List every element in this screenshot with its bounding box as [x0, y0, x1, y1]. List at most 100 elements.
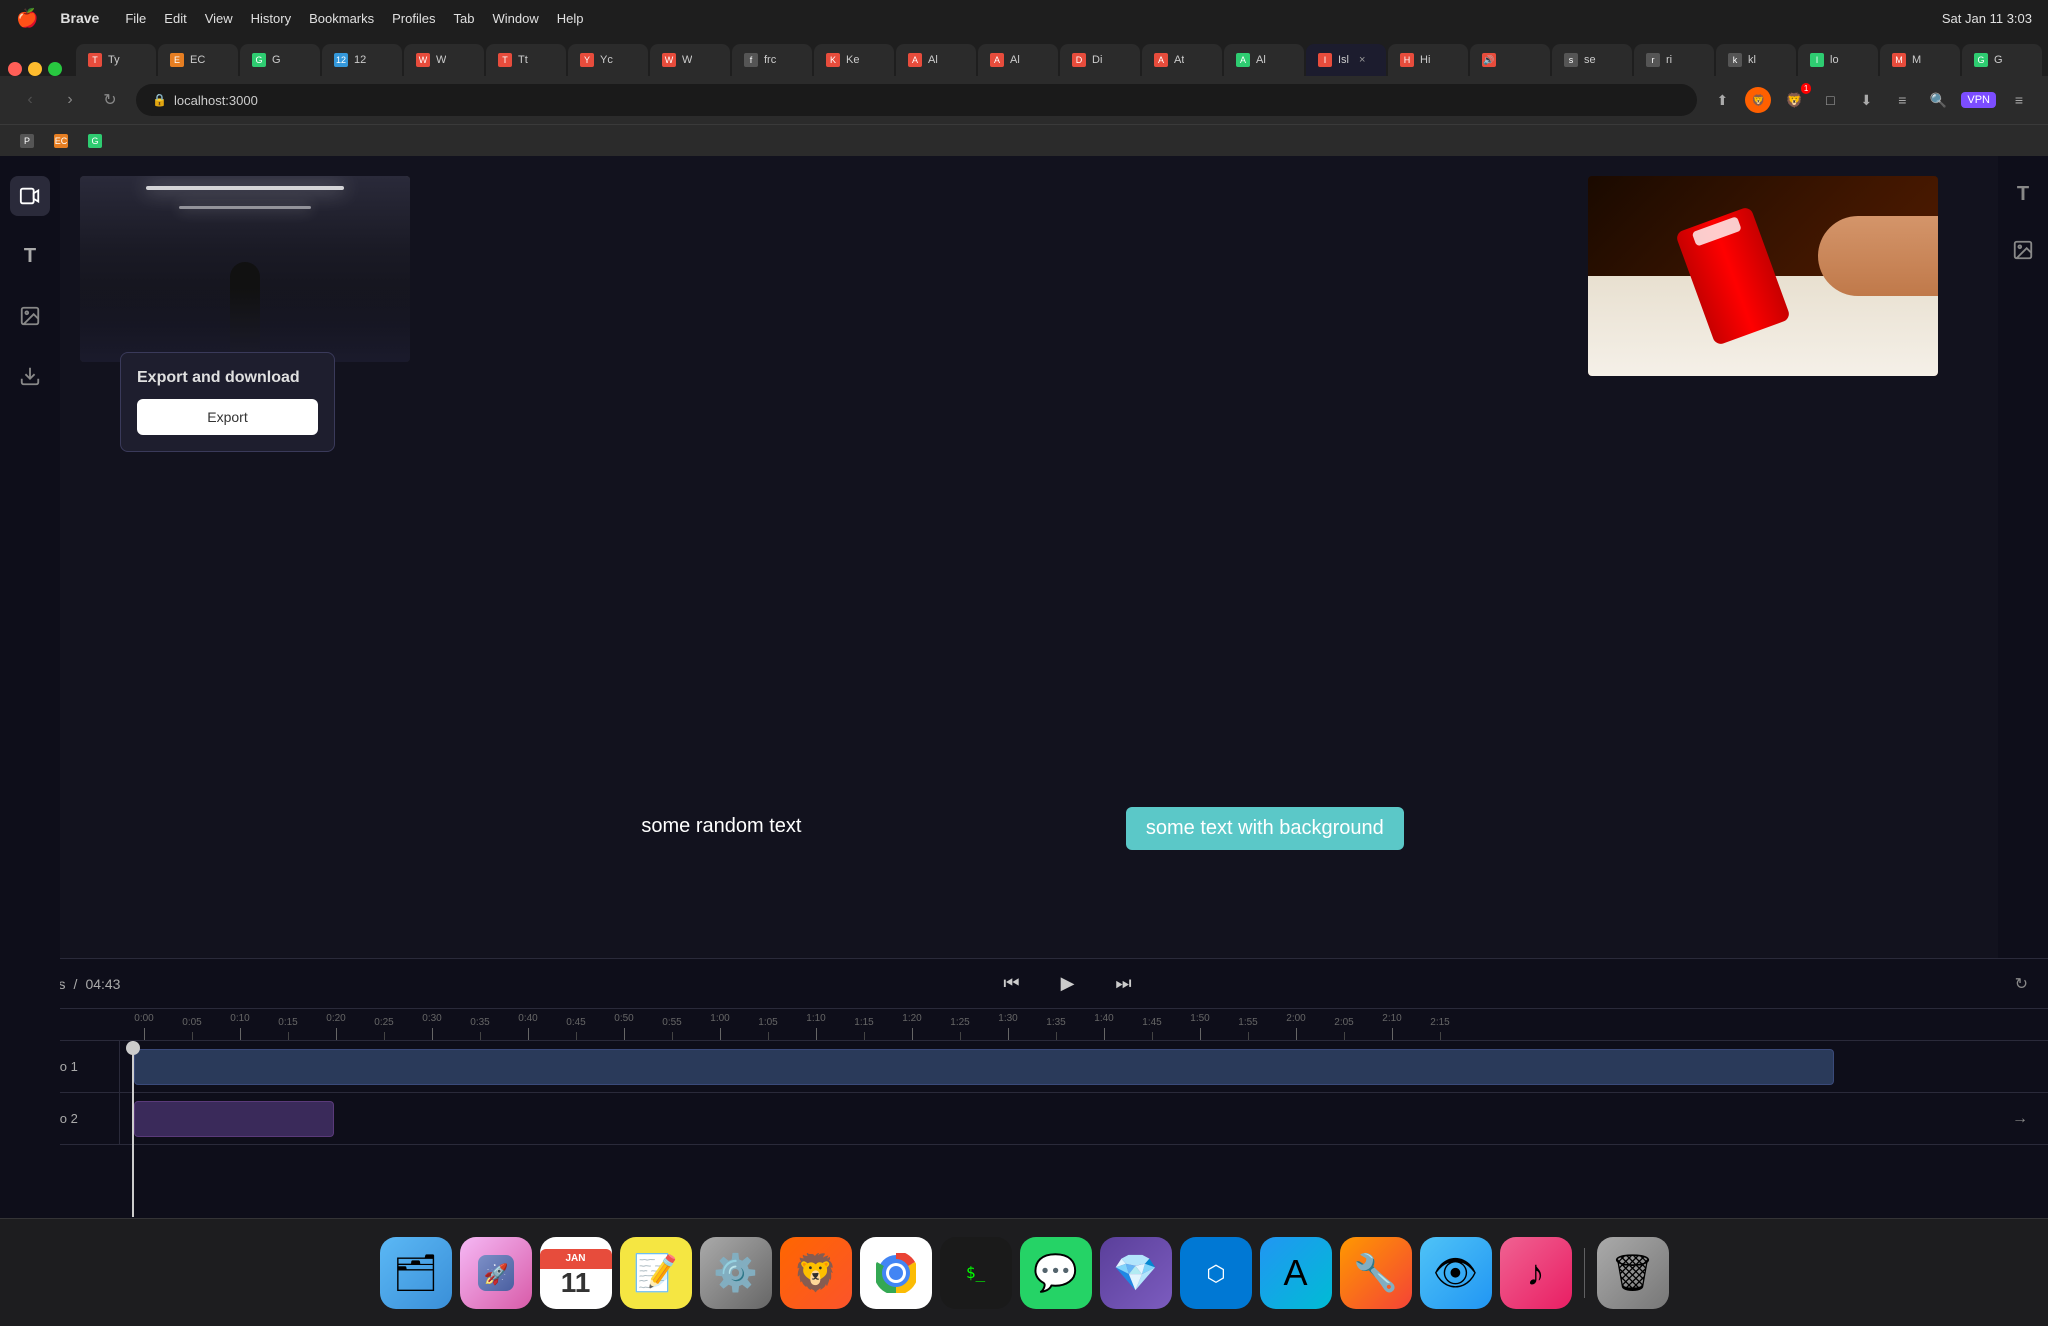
export-button[interactable]: Export	[137, 399, 318, 435]
browser-tab[interactable]: G G	[1962, 44, 2042, 76]
play-button[interactable]: ▶	[1052, 968, 1084, 1000]
menu-bookmarks[interactable]: Bookmarks	[309, 11, 374, 26]
ruler-mark: 1:35	[1032, 1017, 1080, 1040]
rewards-icon[interactable]: 🦁 1	[1781, 87, 1807, 113]
image-tool-button[interactable]	[10, 296, 50, 336]
right-text-icon[interactable]: T	[2005, 176, 2041, 212]
bookmark-item[interactable]: G	[80, 131, 110, 151]
apple-menu[interactable]: 🍎	[16, 8, 38, 29]
browser-tab[interactable]: A At	[1142, 44, 1222, 76]
right-image-icon[interactable]	[2005, 232, 2041, 268]
playhead[interactable]	[132, 1041, 134, 1217]
dock-finder[interactable]: 🗂	[380, 1237, 452, 1309]
dock-notes[interactable]: 📝	[620, 1237, 692, 1309]
browser-tab[interactable]: D Di	[1060, 44, 1140, 76]
download-tool-button[interactable]	[10, 356, 50, 396]
browser-tab[interactable]: M M	[1880, 44, 1960, 76]
sidebar-icon[interactable]: ≡	[1889, 87, 1915, 113]
track-clip-1[interactable]	[134, 1049, 1834, 1085]
browser-tab[interactable]: W W	[404, 44, 484, 76]
url-bar[interactable]: 🔒 localhost:3000	[136, 84, 1697, 116]
dock-preview[interactable]: 👁	[1420, 1237, 1492, 1309]
video-thumbnail-2[interactable]	[1588, 176, 1938, 376]
fullscreen-window-button[interactable]	[48, 62, 62, 76]
video-thumbnail-1[interactable]	[80, 176, 410, 362]
dock-instruments[interactable]: 🔧	[1340, 1237, 1412, 1309]
tab-favicon: 12	[334, 53, 348, 67]
menu-edit[interactable]: Edit	[164, 11, 186, 26]
skip-back-button[interactable]: ⏮	[996, 968, 1028, 1000]
reload-button[interactable]: ↻	[96, 86, 124, 114]
dock-whatsapp[interactable]: 💬	[1020, 1237, 1092, 1309]
bookmark-item[interactable]: EC	[46, 131, 76, 151]
vpn-badge[interactable]: VPN	[1961, 92, 1996, 108]
dock-music[interactable]: ♪	[1500, 1237, 1572, 1309]
browser-tab[interactable]: l lo	[1798, 44, 1878, 76]
menu-window[interactable]: Window	[492, 11, 538, 26]
browser-tab[interactable]: T Ty	[76, 44, 156, 76]
browser-tab[interactable]: 12 12	[322, 44, 402, 76]
ruler-mark: 1:50	[1176, 1013, 1224, 1040]
forward-button[interactable]: ›	[56, 86, 84, 114]
browser-tab[interactable]: s se	[1552, 44, 1632, 76]
dock-app-store[interactable]: A	[1260, 1237, 1332, 1309]
browser-tab[interactable]: T Tt	[486, 44, 566, 76]
minimize-window-button[interactable]	[28, 62, 42, 76]
dock-terminal[interactable]: $_	[940, 1237, 1012, 1309]
canvas-area[interactable]: Export and download Export some	[60, 156, 1998, 958]
browser-tab[interactable]: K Ke	[814, 44, 894, 76]
tab-favicon: f	[744, 53, 758, 67]
brave-shield-icon[interactable]: 🦁	[1745, 87, 1771, 113]
browser-tab[interactable]: A Al	[978, 44, 1058, 76]
canvas-text-plain[interactable]: some random text	[641, 815, 801, 838]
browser-tab[interactable]: r ri	[1634, 44, 1714, 76]
track-content-1[interactable]	[120, 1041, 2048, 1092]
video-tool-button[interactable]	[10, 176, 50, 216]
browser-tab[interactable]: k kl	[1716, 44, 1796, 76]
browser-tab[interactable]: f frc	[732, 44, 812, 76]
browser-tab[interactable]: G G	[240, 44, 320, 76]
bookmarks-icon[interactable]: □	[1817, 87, 1843, 113]
downloads-icon[interactable]: ⬇	[1853, 87, 1879, 113]
bookmark-item[interactable]: P	[12, 131, 42, 151]
track-content-2[interactable]: →	[120, 1093, 2048, 1144]
menu-view[interactable]: View	[205, 11, 233, 26]
menu-help[interactable]: Help	[557, 11, 584, 26]
browser-tab-active[interactable]: I Isl ×	[1306, 44, 1386, 76]
share-icon[interactable]: ⬆	[1709, 87, 1735, 113]
skip-forward-button[interactable]: ⏭	[1108, 968, 1140, 1000]
app-name[interactable]: Brave	[60, 10, 99, 26]
dock-calendar[interactable]: JAN 11	[540, 1237, 612, 1309]
browser-tab[interactable]: Y Yc	[568, 44, 648, 76]
dock-system-settings[interactable]: ⚙️	[700, 1237, 772, 1309]
menu-icon[interactable]: ≡	[2006, 87, 2032, 113]
tab-close-button[interactable]: ×	[1359, 54, 1365, 66]
dock-vscode[interactable]: ⬡	[1180, 1237, 1252, 1309]
refresh-button[interactable]: ↻	[2015, 974, 2028, 994]
menu-history[interactable]: History	[251, 11, 291, 26]
search-icon[interactable]: 🔍	[1925, 87, 1951, 113]
browser-tab[interactable]: A Al	[1224, 44, 1304, 76]
playhead-handle[interactable]	[126, 1041, 140, 1055]
dock-launchpad[interactable]: 🚀	[460, 1237, 532, 1309]
text-tool-button[interactable]: T	[10, 236, 50, 276]
back-button[interactable]: ‹	[16, 86, 44, 114]
browser-tab[interactable]: E EC	[158, 44, 238, 76]
browser-chrome: T Ty E EC G G 12 12 W W T Tt Y Yc W W	[0, 36, 2048, 156]
ruler-mark: 0:15	[264, 1017, 312, 1040]
menu-file[interactable]: File	[125, 11, 146, 26]
menu-profiles[interactable]: Profiles	[392, 11, 435, 26]
canvas-text-with-background[interactable]: some text with background	[1126, 807, 1404, 850]
track-clip-2[interactable]	[134, 1101, 334, 1137]
browser-tab[interactable]: W W	[650, 44, 730, 76]
dock-trash[interactable]: 🗑	[1597, 1237, 1669, 1309]
menu-tab[interactable]: Tab	[454, 11, 475, 26]
browser-tab[interactable]: A Al	[896, 44, 976, 76]
browser-tab[interactable]: H Hi	[1388, 44, 1468, 76]
browser-tab[interactable]: 🔊	[1470, 44, 1550, 76]
dock-chrome[interactable]	[860, 1237, 932, 1309]
dock-brave[interactable]: 🦁	[780, 1237, 852, 1309]
dock-obsidian[interactable]: 💎	[1100, 1237, 1172, 1309]
export-panel-title: Export and download	[137, 369, 318, 387]
close-window-button[interactable]	[8, 62, 22, 76]
